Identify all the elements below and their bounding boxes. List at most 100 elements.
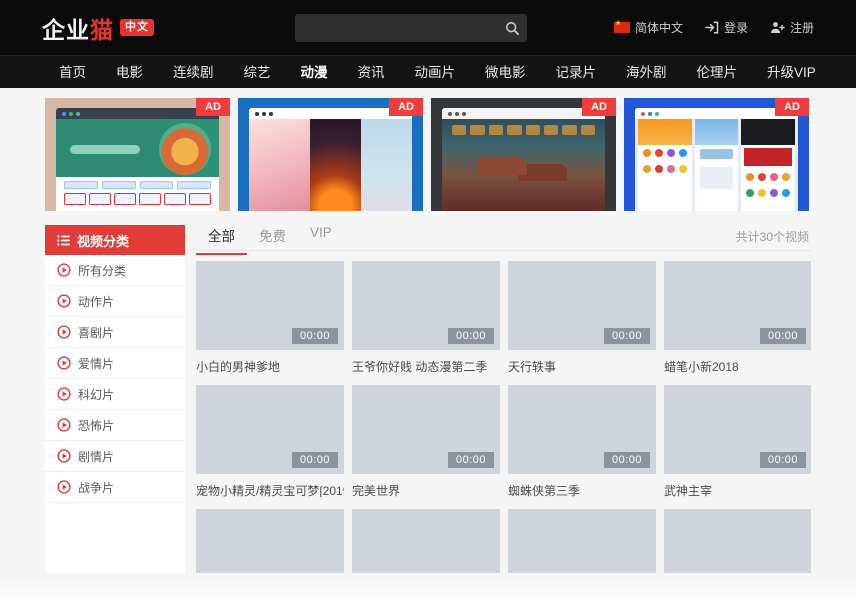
ad-banner-3[interactable]: AD [431,98,616,211]
video-duration-badge: 00:00 [292,452,338,468]
sidebar-item-6[interactable]: 恐怖片 [45,410,185,441]
video-thumbnail[interactable]: 00:00 [196,385,344,474]
china-flag-icon [614,22,630,33]
video-thumbnail[interactable]: 00:00 [352,261,500,350]
video-card[interactable]: 00:00 小白的男神爹地 [196,261,344,373]
search-input[interactable] [295,14,497,42]
video-list-panel: 全部 免费 VIP 共计30个视频 00:00小白的男神爹地00:00王爷你好贱… [196,225,811,573]
sidebar-item-1[interactable]: 所有分类 [45,255,185,286]
search-button[interactable] [497,14,527,42]
video-title[interactable]: 小白的男神爹地 [196,358,344,373]
video-thumbnail[interactable]: 00:00 [508,385,656,474]
login-label: 登录 [724,19,748,36]
category-sidebar: 视频分类 所有分类动作片喜剧片爱情片科幻片恐怖片剧情片战争片 [45,225,185,573]
nav-item-10[interactable]: 海外剧 [611,56,682,89]
video-title[interactable]: 王爷你好贱 动态漫第二季 [352,358,500,373]
register-link[interactable]: 注册 [770,19,814,36]
logo-badge: 中文 [120,19,154,36]
video-card[interactable]: 00:00 武神主宰 [664,385,811,497]
video-thumbnail[interactable]: 00:00 [196,261,344,350]
search-bar [295,14,527,42]
play-circle-icon [57,449,71,463]
language-label: 简体中文 [635,19,683,36]
nav-item-6[interactable]: 资讯 [343,56,400,89]
topbar: 企业 猫 中文 简体中文 [0,0,856,55]
video-thumbnail[interactable]: 00:00 [664,261,811,350]
play-circle-icon [57,480,71,494]
site-logo[interactable]: 企业 猫 中文 [42,11,154,45]
sidebar-item-4[interactable]: 爱情片 [45,348,185,379]
nav-item-2[interactable]: 电影 [101,56,158,89]
video-card[interactable] [196,509,344,573]
video-duration-badge: 00:00 [604,328,650,344]
sidebar-item-label: 喜剧片 [78,324,114,341]
video-card[interactable]: 00:00 蜘蛛侠第三季 [508,385,656,497]
logo-text-2: 猫 [90,11,114,45]
main-area: 视频分类 所有分类动作片喜剧片爱情片科幻片恐怖片剧情片战争片 全部 免费 VIP… [0,211,856,573]
sidebar-title: 视频分类 [77,231,129,250]
video-duration-badge: 00:00 [448,452,494,468]
video-title[interactable]: 宠物小精灵/精灵宝可梦[2019] [196,482,344,497]
video-title[interactable]: 蜡笔小新2018 [664,358,811,373]
play-circle-icon [57,356,71,370]
language-switch[interactable]: 简体中文 [614,19,683,36]
video-thumbnail[interactable] [508,509,656,573]
sidebar-item-7[interactable]: 剧情片 [45,441,185,472]
sidebar-item-label: 剧情片 [78,448,114,465]
nav-item-8[interactable]: 微电影 [470,56,541,89]
nav-item-12[interactable]: 升级VIP [752,56,831,89]
sidebar-item-5[interactable]: 科幻片 [45,379,185,410]
video-thumbnail[interactable] [352,509,500,573]
video-thumbnail[interactable] [196,509,344,573]
video-card[interactable]: 00:00 天行轶事 [508,261,656,373]
video-card[interactable]: 00:00 宠物小精灵/精灵宝可梦[2019] [196,385,344,497]
sidebar-item-label: 战争片 [78,479,114,496]
nav-item-3[interactable]: 连续剧 [158,56,229,89]
ad-badge: AD [775,98,809,116]
video-thumbnail[interactable]: 00:00 [508,261,656,350]
sidebar-list: 所有分类动作片喜剧片爱情片科幻片恐怖片剧情片战争片 [45,255,185,503]
sidebar-header: 视频分类 [45,225,185,255]
video-thumbnail[interactable]: 00:00 [352,385,500,474]
video-duration-badge: 00:00 [292,328,338,344]
sidebar-item-2[interactable]: 动作片 [45,286,185,317]
video-duration-badge: 00:00 [448,328,494,344]
video-thumbnail[interactable] [664,509,811,573]
play-circle-icon [57,263,71,277]
login-link[interactable]: 登录 [705,19,748,36]
ad-banner-4[interactable]: AD [624,98,809,211]
ad-banner-1[interactable]: AD [45,98,230,211]
ad-banner-3-thumbnail [442,108,605,211]
video-card[interactable]: 00:00 王爷你好贱 动态漫第二季 [352,261,500,373]
video-card[interactable]: 00:00 蜡笔小新2018 [664,261,811,373]
nav-item-9[interactable]: 记录片 [541,56,612,89]
nav-item-4[interactable]: 综艺 [229,56,286,89]
video-card[interactable]: 00:00 完美世界 [352,385,500,497]
ad-banner-2[interactable]: AD [238,98,423,211]
ad-badge: AD [196,98,230,116]
video-title[interactable]: 武神主宰 [664,482,811,497]
ad-badge: AD [582,98,616,116]
video-thumbnail[interactable]: 00:00 [664,385,811,474]
ad-banner-4-thumbnail [635,108,798,211]
video-title[interactable]: 天行轶事 [508,358,656,373]
tab-vip[interactable]: VIP [298,225,344,250]
video-title[interactable]: 蜘蛛侠第三季 [508,482,656,497]
tab-all[interactable]: 全部 [196,225,247,255]
video-card[interactable] [664,509,811,573]
sidebar-item-8[interactable]: 战争片 [45,472,185,503]
tab-free[interactable]: 免费 [247,225,298,255]
video-title[interactable]: 完美世界 [352,482,500,497]
sidebar-item-3[interactable]: 喜剧片 [45,317,185,348]
main-nav: 首页电影连续剧综艺动漫资讯动画片微电影记录片海外剧伦理片升级VIP [0,55,856,88]
video-duration-badge: 00:00 [604,452,650,468]
nav-item-5[interactable]: 动漫 [286,56,343,89]
search-icon [505,21,520,36]
nav-item-7[interactable]: 动画片 [400,56,471,89]
nav-item-11[interactable]: 伦理片 [682,56,753,89]
logo-text-1: 企业 [42,11,90,45]
ad-banner-2-thumbnail [249,108,412,211]
nav-item-1[interactable]: 首页 [44,56,101,89]
video-card[interactable] [352,509,500,573]
video-card[interactable] [508,509,656,573]
